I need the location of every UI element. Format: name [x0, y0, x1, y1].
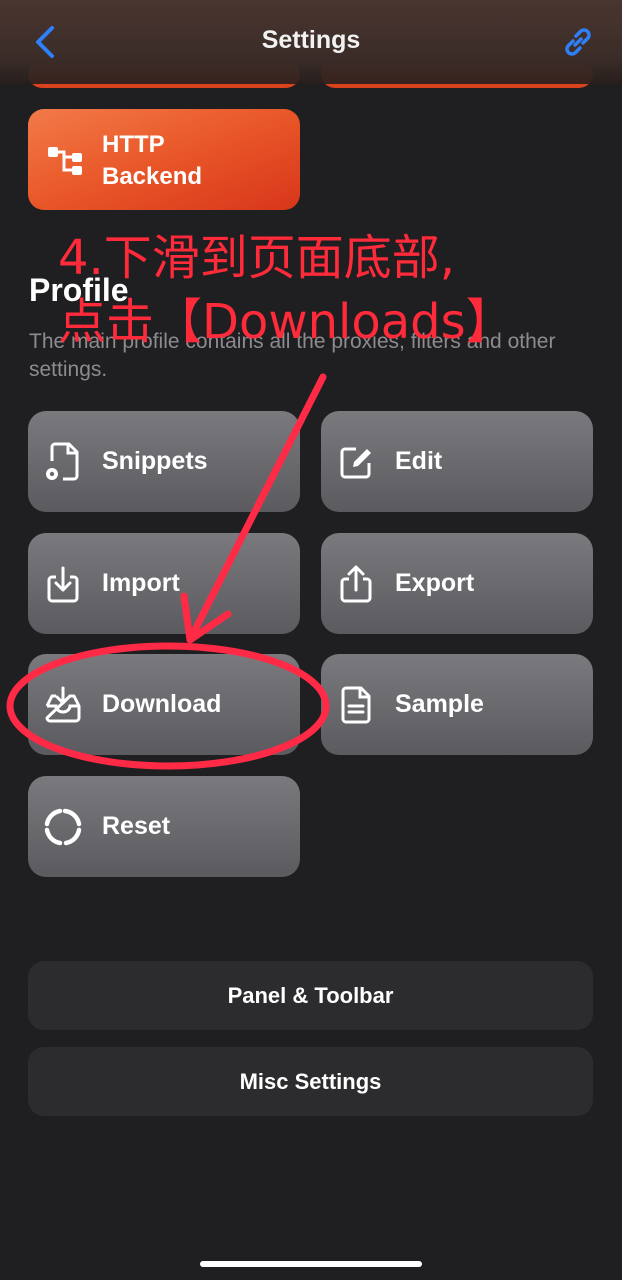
export-label: Export [395, 569, 475, 597]
snippets-label: Snippets [102, 447, 208, 475]
share-export-icon [340, 565, 372, 603]
import-button[interactable]: Import [28, 533, 300, 634]
http-backend-label: HTTP Backend [102, 131, 203, 190]
edit-label: Edit [395, 447, 443, 475]
edit-button[interactable]: Edit [321, 411, 593, 512]
sample-label: Sample [395, 690, 484, 718]
edit-square-icon [340, 447, 371, 479]
sample-button[interactable]: Sample [321, 654, 593, 755]
download-tray-icon [45, 686, 81, 723]
panel-toolbar-button[interactable]: Panel & Toolbar [28, 961, 593, 1030]
page-title: Settings [261, 26, 361, 54]
export-button[interactable]: Export [321, 533, 593, 634]
snippets-button[interactable]: Snippets [28, 411, 300, 512]
download-label: Download [102, 690, 222, 718]
reset-circle-icon [44, 808, 82, 846]
misc-settings-button[interactable]: Misc Settings [28, 1047, 593, 1116]
import-tray-icon [47, 566, 79, 603]
document-text-icon [341, 686, 371, 724]
reset-button[interactable]: Reset [28, 776, 300, 877]
link-icon[interactable] [560, 24, 596, 60]
import-label: Import [102, 569, 180, 597]
instruction-annotation: 4.下滑到页面底部, 点击【Downloads】 [58, 230, 514, 350]
navigation-bar: Settings [0, 0, 622, 84]
http-backend-button[interactable]: HTTP Backend [28, 109, 300, 210]
reset-label: Reset [102, 812, 171, 840]
home-indicator[interactable] [200, 1261, 422, 1267]
document-gear-icon [46, 442, 79, 481]
network-tree-icon [48, 147, 82, 175]
download-button[interactable]: Download [28, 654, 300, 755]
